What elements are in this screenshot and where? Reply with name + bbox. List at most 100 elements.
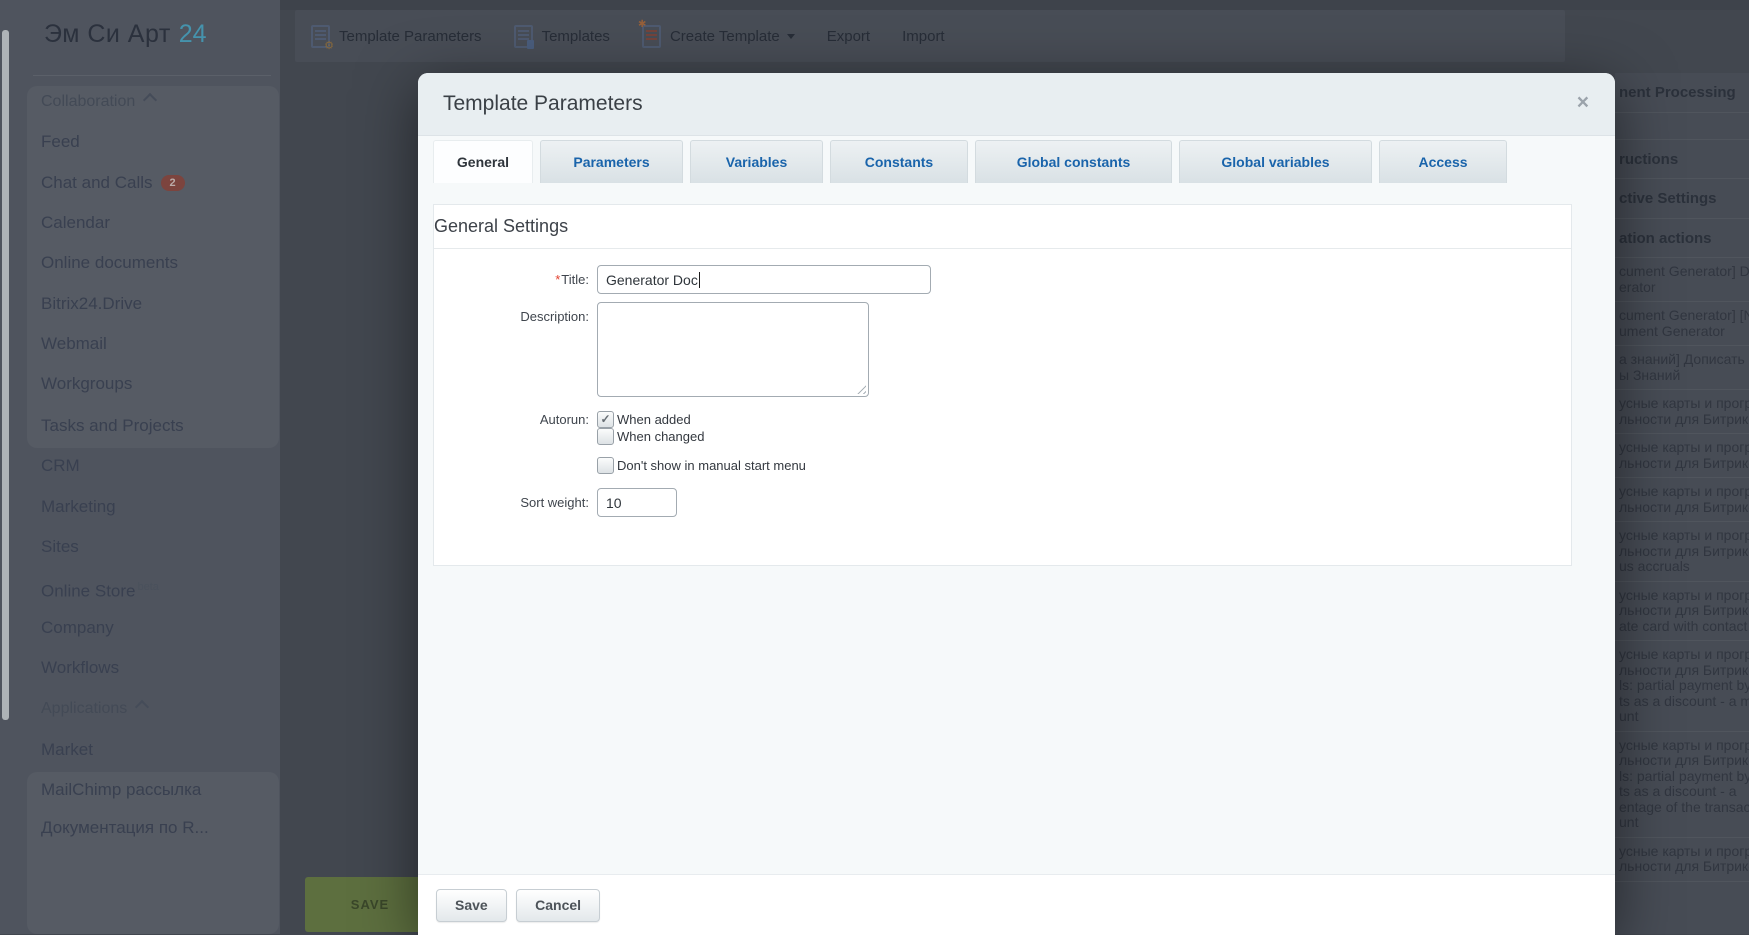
panel-text-line: unt bbox=[1619, 708, 1639, 724]
panel-text-line: усные карты и прогр bbox=[1619, 646, 1749, 662]
tab-access[interactable]: Access bbox=[1379, 140, 1507, 183]
toolbar-template-parameters[interactable]: Template Parameters bbox=[311, 24, 482, 52]
sidebar-item-mailchimp[interactable]: MailChimp рассылка bbox=[41, 779, 201, 801]
sidebar-item-label: Collaboration bbox=[41, 93, 136, 110]
sidebar-item-online-documents[interactable]: Online documents bbox=[41, 252, 178, 274]
sort-weight-label: Sort weight: bbox=[520, 495, 589, 510]
sidebar-item-workflows[interactable]: Workflows bbox=[41, 657, 119, 679]
manual-start-label: Don't show in manual start menu bbox=[617, 457, 806, 473]
panel-action-item[interactable]: cument Generator] [NE ument Generator bbox=[1615, 302, 1749, 346]
sidebar-item-label: Market bbox=[41, 740, 93, 759]
sidebar-item-workgroups[interactable]: Workgroups bbox=[41, 373, 132, 395]
background-save-button[interactable]: SAVE bbox=[305, 877, 435, 932]
toolbar-create-template[interactable]: Create Template bbox=[638, 19, 795, 48]
sidebar-item-label: Feed bbox=[41, 132, 80, 151]
resize-grip-icon[interactable] bbox=[856, 384, 866, 394]
tab-general[interactable]: General bbox=[433, 140, 533, 183]
panel-text-line: unt bbox=[1619, 814, 1639, 830]
sidebar-item-label: Tasks and Projects bbox=[41, 416, 184, 435]
tab-global-variables[interactable]: Global variables bbox=[1179, 140, 1372, 183]
panel-text-line: льности для Битрикс bbox=[1619, 542, 1749, 559]
sidebar-item-collaboration[interactable]: Collaboration bbox=[41, 91, 158, 113]
panel-text-line: ls: partial payment by bbox=[1619, 767, 1749, 784]
manual-start-checkbox[interactable] bbox=[597, 456, 614, 474]
tab-parameters[interactable]: Parameters bbox=[540, 140, 683, 183]
chevron-up-icon bbox=[143, 92, 158, 108]
description-textarea[interactable] bbox=[597, 302, 869, 397]
sidebar-item-r[interactable]: Документация по R... bbox=[41, 817, 209, 839]
sidebar-item-calendar[interactable]: Calendar bbox=[41, 212, 110, 234]
sidebar-item-label: Marketing bbox=[41, 497, 116, 516]
panel-text-line: ation actions bbox=[1619, 229, 1712, 247]
sort-weight-input[interactable]: 10 bbox=[597, 488, 677, 517]
panel-text-line: усные карты и прогр bbox=[1619, 736, 1749, 753]
toolbar-export[interactable]: Export bbox=[827, 28, 870, 45]
sidebar-item-online-store[interactable]: Online Store beta bbox=[41, 576, 159, 601]
sidebar-item-crm[interactable]: CRM bbox=[41, 455, 80, 477]
close-icon[interactable]: × bbox=[1577, 90, 1589, 116]
panel-text-line: ructions bbox=[1619, 150, 1679, 168]
cancel-button[interactable]: Cancel bbox=[516, 889, 601, 922]
autorun-label: Autorun: bbox=[539, 412, 589, 427]
panel-text-line: ument Generator bbox=[1619, 322, 1725, 339]
panel-text-line: us accruals bbox=[1619, 558, 1690, 574]
tab-variables[interactable]: Variables bbox=[690, 140, 823, 183]
panel-text-line: ctive Settings bbox=[1619, 190, 1717, 207]
panel-text-line: усные карты и прогр bbox=[1619, 395, 1749, 411]
sidebar-item-bitrix24-drive[interactable]: Bitrix24.Drive bbox=[41, 293, 142, 315]
sidebar-item-chat-and-calls[interactable]: Chat and Calls 2 bbox=[41, 172, 185, 194]
panel-action-item[interactable]: усные карты и прогр льности для Битрикс bbox=[1615, 478, 1749, 522]
text-cursor bbox=[698, 271, 700, 288]
autorun-checkbox-when-added[interactable] bbox=[597, 410, 614, 428]
panel-text-line: усные карты и прогр bbox=[1619, 439, 1749, 455]
sidebar-item-market[interactable]: Market bbox=[41, 739, 93, 761]
sidebar-item-applications[interactable]: Applications bbox=[41, 698, 150, 720]
panel-action-item[interactable]: усные карты и прогр льности для Битрикс bbox=[1615, 434, 1749, 478]
panel-action-item[interactable]: усные карты и прогр льности для Битрикс at… bbox=[1615, 582, 1749, 641]
panel-action-item[interactable]: усные карты и прогр льности для Битрикс bbox=[1615, 838, 1749, 882]
logo-title: Эм Си Арт bbox=[44, 19, 171, 48]
panel-action-item[interactable]: а знаний] Дописать вы Знаний bbox=[1615, 346, 1749, 390]
title-input[interactable]: Generator Doc bbox=[597, 265, 931, 294]
logo-suffix-24: 24 bbox=[178, 19, 207, 48]
panel-action-item[interactable]: усные карты и прогр льности для Битрикс us… bbox=[1615, 522, 1749, 582]
sidebar-item-label: Online Store bbox=[41, 581, 136, 601]
modal-header: Template Parameters × bbox=[418, 73, 1615, 136]
sidebar-item-company[interactable]: Company bbox=[41, 617, 114, 639]
sidebar-item-label: CRM bbox=[41, 456, 80, 475]
panel-action-item[interactable]: усные карты и прогр льности для Битрикс bbox=[1615, 390, 1749, 434]
sidebar-item-label: MailChimp рассылка bbox=[41, 780, 202, 799]
tab-global-constants[interactable]: Global constants bbox=[975, 140, 1172, 183]
panel-section-header: nent Processing bbox=[1615, 73, 1749, 113]
toolbar-import[interactable]: Import bbox=[902, 28, 945, 45]
sidebar-item-label: Workflows bbox=[41, 658, 120, 677]
sidebar-item-label: Calendar bbox=[41, 213, 110, 232]
sidebar-item-sites[interactable]: Sites bbox=[41, 536, 79, 558]
general-settings-form: General Settings *Title: Generator Doc D… bbox=[433, 204, 1572, 566]
sidebar-item-label: Sites bbox=[41, 537, 79, 556]
panel-text-line: усные карты и прогр bbox=[1619, 483, 1749, 499]
sidebar-item-marketing[interactable]: Marketing bbox=[41, 496, 116, 518]
sidebar-item-tasks-and-projects[interactable]: Tasks and Projects bbox=[41, 415, 184, 437]
sidebar-item-feed[interactable]: Feed bbox=[41, 131, 80, 153]
tab-constants[interactable]: Constants bbox=[830, 140, 968, 183]
panel-text-line: nent Processing bbox=[1619, 84, 1736, 101]
sidebar-item-label: Bitrix24.Drive bbox=[41, 294, 143, 313]
sidebar-item-webmail[interactable]: Webmail bbox=[41, 333, 107, 355]
panel-action-item[interactable]: усные карты и прогр льности для Битрикс ls… bbox=[1615, 732, 1749, 838]
panel-text-line: entage of the transact bbox=[1619, 798, 1749, 815]
save-button[interactable]: Save bbox=[436, 889, 507, 922]
scrollbar-track[interactable] bbox=[2, 30, 9, 720]
sidebar-item-label: Chat and Calls bbox=[41, 173, 153, 192]
panel-text-line: усные карты и прогр bbox=[1619, 586, 1749, 603]
panel-action-item[interactable]: cument Generator] Do erator bbox=[1615, 258, 1749, 302]
panel-action-item[interactable]: усные карты и прогр льности для Битрикс ls… bbox=[1615, 641, 1749, 732]
panel-text-line: erator bbox=[1619, 278, 1656, 295]
toolbar-templates[interactable]: Templates bbox=[513, 24, 610, 49]
autorun-checkbox-when-changed[interactable] bbox=[597, 427, 614, 445]
panel-blank-row bbox=[1615, 113, 1749, 140]
beta-tag: beta bbox=[137, 581, 159, 593]
required-mark: * bbox=[555, 272, 561, 287]
toolbar-item-label: Export bbox=[826, 27, 871, 45]
sidebar-item-label: Company bbox=[41, 618, 114, 637]
